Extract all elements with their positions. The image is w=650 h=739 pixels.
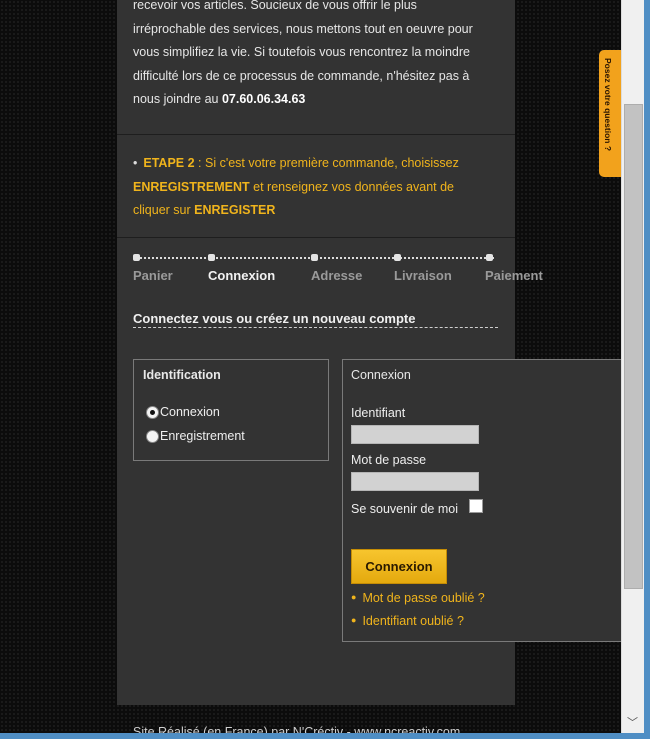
etape-text: : Si c'est votre première commande, choi… [194, 156, 459, 170]
dashed-divider [133, 327, 498, 328]
forgot-password-link[interactable]: ● Mot de passe oublié ? [351, 591, 485, 605]
step-livraison: Livraison [394, 268, 452, 283]
step-adresse: Adresse [311, 268, 363, 283]
connexion-submit-button[interactable]: Connexion [351, 549, 447, 584]
etape-text: cliquer sur [133, 203, 195, 217]
connexion-title: Connexion [351, 368, 411, 382]
section-subtitle: Connectez vous ou créez un nouveau compt… [133, 311, 416, 326]
intro-line: difficulté lors de ce processus de comma… [133, 68, 470, 83]
identifiant-input[interactable] [351, 425, 479, 444]
step-dot [394, 254, 401, 261]
intro-line: irréprochable des services, nous mettons… [133, 21, 473, 36]
etape-text: et renseignez vos données avant de [249, 179, 454, 194]
intro-line: recevoir vos articles. Soucieux de vous … [133, 0, 417, 12]
bullet: ● [351, 592, 357, 602]
intro-text: recevoir vos articles. Soucieux de vous … [133, 0, 503, 112]
identifiant-label: Identifiant [351, 406, 406, 420]
vertical-scrollbar[interactable]: ﹀ [621, 0, 645, 733]
divider [117, 134, 515, 135]
scrollbar-thumb[interactable] [624, 104, 643, 589]
radio-button-checked[interactable] [146, 405, 159, 419]
link-text[interactable]: Mot de passe oublié ? [362, 591, 484, 605]
radio-enregistrement[interactable]: Enregistrement [146, 429, 245, 443]
etape-label: ETAPE 2 [143, 156, 195, 170]
divider [117, 237, 515, 238]
bullet: • [133, 156, 138, 170]
link-text[interactable]: Identifiant oublié ? [362, 614, 463, 628]
radio-connexion[interactable]: Connexion [146, 405, 220, 419]
remember-checkbox[interactable] [469, 499, 483, 513]
step-dot [133, 254, 140, 261]
step-paiement: Paiement [485, 268, 543, 283]
password-label: Mot de passe [351, 453, 427, 467]
ask-question-label[interactable]: Posez votre question ? [603, 58, 613, 151]
radio-button[interactable] [146, 429, 159, 443]
etape-strong: ENREGISTER [194, 203, 276, 217]
step-dot [208, 254, 215, 261]
scroll-down-arrow-icon[interactable]: ﹀ [627, 714, 638, 730]
ask-question-tab[interactable]: Posez votre question ? [599, 50, 621, 177]
footer-credit[interactable]: Site Réalisé (en France) par N'Créctiv -… [133, 725, 460, 733]
step-panier[interactable]: Panier [133, 268, 173, 283]
radio-label: Connexion [160, 405, 220, 419]
remember-label: Se souvenir de moi [351, 502, 459, 516]
identification-title: Identification [143, 368, 221, 382]
window-frame [644, 0, 650, 739]
password-input[interactable] [351, 472, 479, 491]
step-dot [311, 254, 318, 261]
page-viewport: recevoir vos articles. Soucieux de vous … [0, 0, 621, 733]
bullet: ● [351, 615, 357, 625]
forgot-identifiant-link[interactable]: ● Identifiant oublié ? [351, 614, 464, 628]
intro-line: nous joindre au [133, 92, 222, 106]
etape-strong: ENREGISTREMENT [133, 179, 250, 194]
step-dot [486, 254, 493, 261]
radio-label: Enregistrement [160, 429, 245, 443]
intro-line: vous simplifiez la vie. Si toutefois vou… [133, 45, 470, 59]
window-frame [0, 733, 650, 739]
step-connexion: Connexion [208, 268, 276, 283]
etape-instruction: • ETAPE 2 : Si c'est votre première comma… [133, 152, 503, 223]
phone-number: 07.60.06.34.63 [221, 92, 306, 106]
